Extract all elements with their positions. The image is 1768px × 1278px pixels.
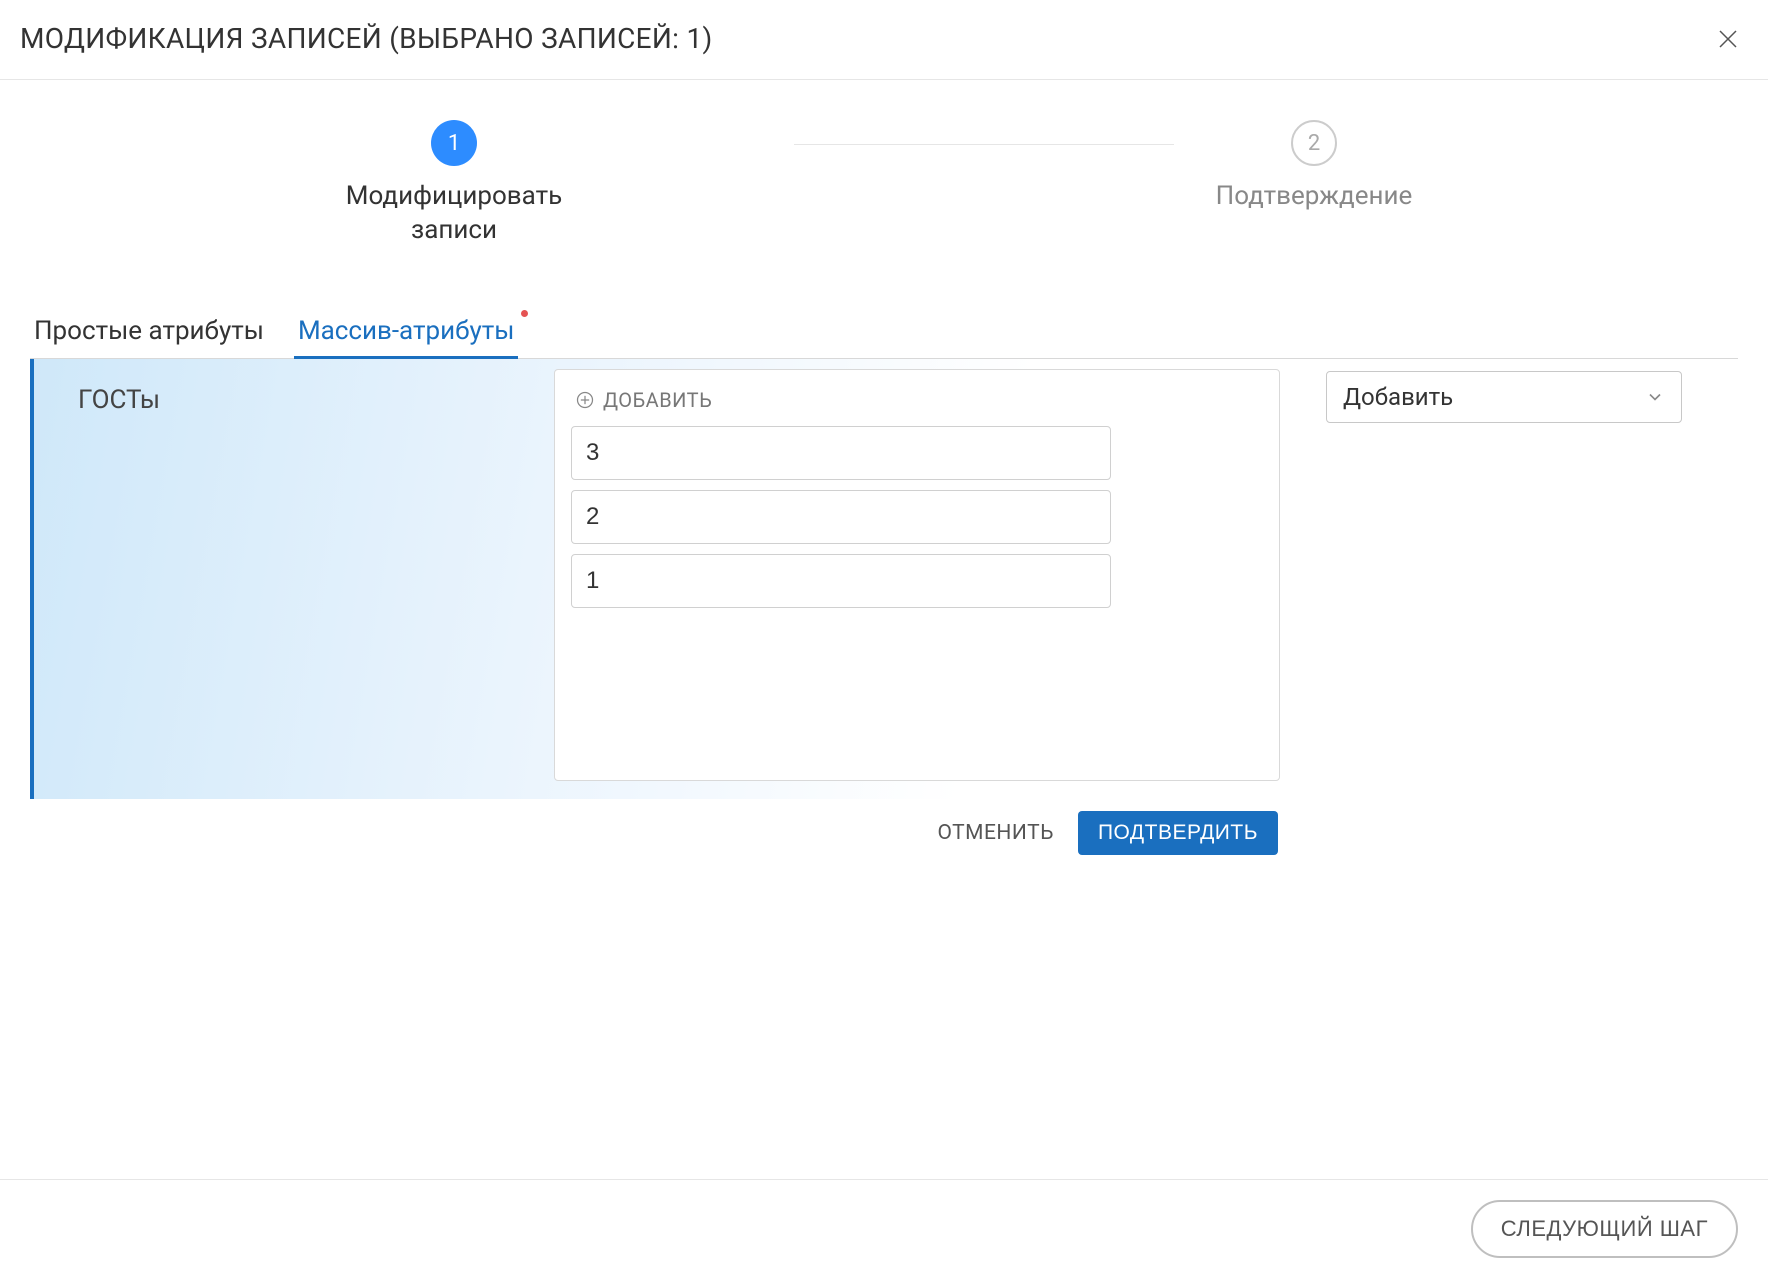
close-icon [1716,27,1740,51]
chevron-down-icon [1645,387,1665,407]
action-select-value: Добавить [1343,383,1453,411]
modal-root: МОДИФИКАЦИЯ ЗАПИСЕЙ (ВЫБРАНО ЗАПИСЕЙ: 1)… [0,0,1768,1278]
tab-simple-attributes[interactable]: Простые атрибуты [30,308,268,358]
action-select[interactable]: Добавить [1326,371,1682,423]
value-input-0[interactable] [571,426,1111,480]
add-value-label: ДОБАВИТЬ [603,388,712,412]
add-value-button[interactable]: ДОБАВИТЬ [571,388,1263,412]
plus-circle-icon [575,390,595,410]
tab-array-attributes-label: Массив-атрибуты [298,316,515,346]
step-2[interactable]: 2 Подтверждение [1164,120,1464,214]
attribute-panel-wrap: ГОСТы ДОБАВИТЬ ОТМЕНИТЬ ПОДТВЕРДИТЬ [30,359,1292,871]
cancel-button[interactable]: ОТМЕНИТЬ [937,821,1054,845]
tabs: Простые атрибуты Массив-атрибуты [30,308,1738,359]
value-input-1[interactable] [571,490,1111,544]
action-panel: Добавить [1292,359,1682,871]
step-2-circle: 2 [1291,120,1337,166]
close-button[interactable] [1712,23,1744,55]
next-step-button[interactable]: СЛЕДУЮЩИЙ ШАГ [1471,1200,1738,1258]
tab-indicator-dot-icon [521,310,528,317]
stepper-connector [794,144,1174,145]
step-1[interactable]: 1 Модифицировать записи [304,120,604,248]
content-row: ГОСТы ДОБАВИТЬ ОТМЕНИТЬ ПОДТВЕРДИТЬ [30,359,1738,871]
attribute-name: ГОСТы [34,359,554,799]
confirm-button[interactable]: ПОДТВЕРДИТЬ [1078,811,1278,855]
stepper: 1 Модифицировать записи 2 Подтверждение [284,120,1484,248]
values-box: ДОБАВИТЬ [554,369,1280,781]
step-2-label: Подтверждение [1216,180,1413,214]
tab-array-attributes[interactable]: Массив-атрибуты [294,308,519,358]
value-input-2[interactable] [571,554,1111,608]
modal-header: МОДИФИКАЦИЯ ЗАПИСЕЙ (ВЫБРАНО ЗАПИСЕЙ: 1) [0,0,1768,80]
modal-body: 1 Модифицировать записи 2 Подтверждение … [0,80,1768,1179]
panel-actions: ОТМЕНИТЬ ПОДТВЕРДИТЬ [30,799,1292,871]
step-1-circle: 1 [431,120,477,166]
modal-title: МОДИФИКАЦИЯ ЗАПИСЕЙ (ВЫБРАНО ЗАПИСЕЙ: 1) [20,22,713,55]
attribute-panel: ГОСТы ДОБАВИТЬ [30,359,1292,799]
step-1-label: Модифицировать записи [304,180,604,248]
modal-footer: СЛЕДУЮЩИЙ ШАГ [0,1179,1768,1278]
